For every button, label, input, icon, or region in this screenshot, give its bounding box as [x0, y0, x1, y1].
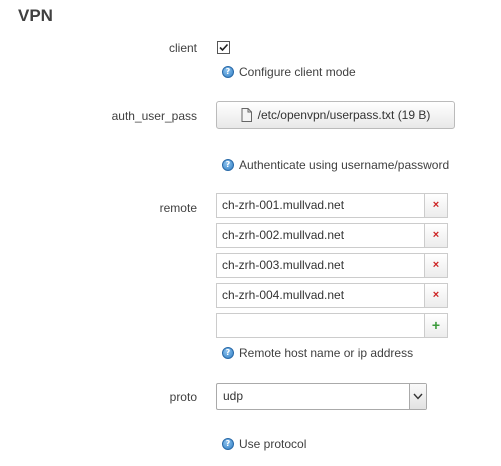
help-icon: ?: [222, 159, 234, 171]
remove-entry-button[interactable]: ×: [424, 283, 448, 308]
client-label: client: [168, 41, 197, 55]
auth-user-pass-help: ? Authenticate using username/password: [222, 158, 449, 172]
chevron-down-icon[interactable]: [409, 384, 426, 409]
remote-label: remote: [159, 201, 197, 215]
remote-new-entry-row: +: [216, 313, 448, 338]
remove-entry-button[interactable]: ×: [424, 193, 448, 218]
remote-entry-row: ch-zrh-003.mullvad.net ×: [216, 253, 448, 278]
remove-entry-button[interactable]: ×: [424, 253, 448, 278]
proto-selected-value: udp: [223, 389, 244, 403]
document-icon: [241, 108, 252, 122]
remote-entry-input[interactable]: ch-zrh-002.mullvad.net: [216, 223, 424, 248]
remote-help-text: Remote host name or ip address: [239, 346, 414, 360]
client-help-text: Configure client mode: [239, 65, 356, 79]
auth-user-pass-file-button[interactable]: /etc/openvpn/userpass.txt (19 B): [216, 101, 455, 129]
remote-entry-row: ch-zrh-002.mullvad.net ×: [216, 223, 448, 248]
remote-entry-input[interactable]: ch-zrh-003.mullvad.net: [216, 253, 424, 278]
remove-entry-button[interactable]: ×: [424, 223, 448, 248]
proto-help-text: Use protocol: [239, 437, 307, 451]
help-icon: ?: [222, 347, 234, 359]
checkmark-icon: [219, 43, 229, 52]
remote-new-entry-input[interactable]: [216, 313, 424, 338]
proto-help: ? Use protocol: [222, 437, 306, 451]
auth-user-pass-file-name: /etc/openvpn/userpass.txt (19 B): [257, 108, 431, 122]
add-entry-button[interactable]: +: [424, 313, 448, 338]
remote-entry-row: ch-zrh-001.mullvad.net ×: [216, 193, 448, 218]
help-icon: ?: [222, 438, 234, 450]
remote-help: ? Remote host name or ip address: [222, 346, 413, 360]
auth-user-pass-help-text: Authenticate using username/password: [239, 158, 450, 172]
remote-entry-row: ch-zrh-004.mullvad.net ×: [216, 283, 448, 308]
section-title: VPN: [18, 6, 53, 25]
proto-select[interactable]: udp: [216, 383, 427, 410]
auth-user-pass-label: auth_user_pass: [111, 109, 197, 123]
proto-label: proto: [169, 390, 197, 404]
remote-entry-input[interactable]: ch-zrh-001.mullvad.net: [216, 193, 424, 218]
help-icon: ?: [222, 66, 234, 78]
client-checkbox[interactable]: [217, 41, 230, 54]
client-help: ? Configure client mode: [222, 65, 356, 79]
remote-entry-input[interactable]: ch-zrh-004.mullvad.net: [216, 283, 424, 308]
